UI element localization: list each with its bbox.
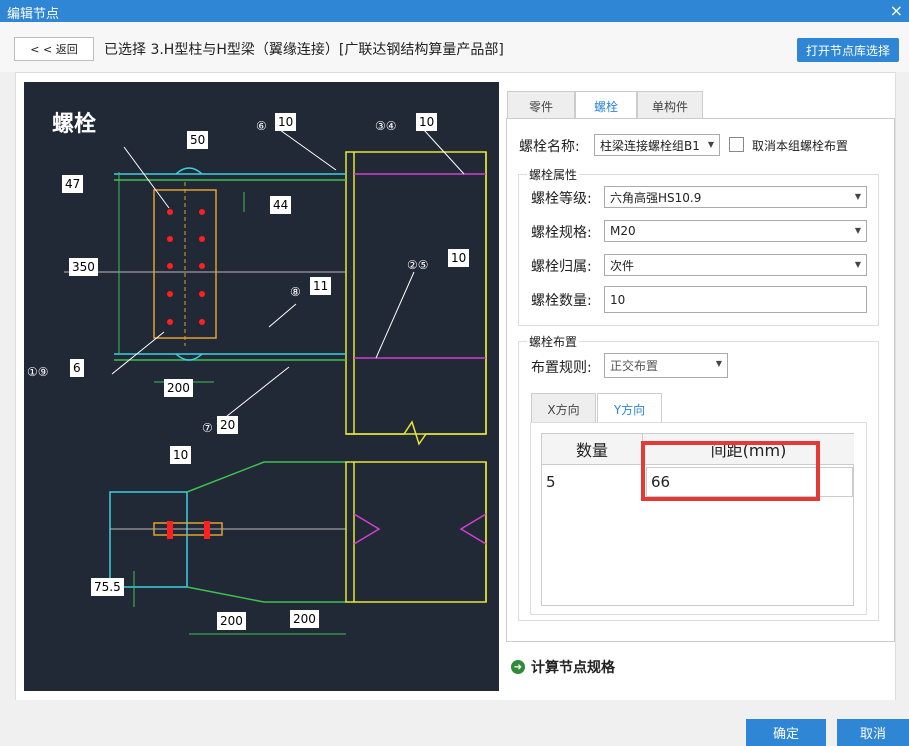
bolt-name-label: 螺栓名称: — [519, 139, 580, 155]
owner-label: 螺栓归属: — [531, 259, 592, 275]
bolt-name-value: 柱梁连接螺栓组B1 — [600, 138, 700, 153]
part-marker: ③④ — [375, 119, 397, 133]
bolt-big-label: 螺栓 — [52, 112, 97, 137]
dim-label: 44 — [270, 196, 292, 214]
rule-label: 布置规则: — [531, 360, 592, 376]
rule-value: 正交布置 — [610, 359, 659, 373]
tab-parts[interactable]: 零件 — [507, 91, 575, 120]
dim-label: 75.5 — [91, 578, 124, 596]
part-marker: ⑧ — [290, 285, 301, 299]
title-bar: 编辑节点 × — [0, 0, 909, 22]
owner-value: 次件 — [610, 258, 635, 273]
part-marker-value: 10 — [275, 113, 297, 131]
open-library-button[interactable]: 打开节点库选择 — [797, 38, 899, 62]
part-marker: ②⑤ — [407, 258, 429, 272]
rule-select[interactable]: 正交布置 ▼ — [604, 353, 728, 378]
arrow-right-icon: ➜ — [511, 660, 525, 674]
chevron-down-icon: ▼ — [715, 359, 722, 368]
calc-node-spec-link[interactable]: ➜ 计算节点规格 — [511, 657, 615, 677]
calc-label: 计算节点规格 — [531, 660, 615, 676]
dim-label: 200 — [164, 379, 193, 397]
tab-single-member[interactable]: 单构件 — [637, 91, 703, 120]
dim-label: 6 — [70, 359, 84, 377]
spec-select[interactable]: M20 ▼ — [604, 220, 867, 242]
part-marker: ⑥ — [256, 119, 267, 133]
dim-label: 47 — [62, 175, 84, 193]
chevron-down-icon: ▼ — [854, 192, 861, 201]
spec-value: M20 — [610, 224, 636, 238]
count-label: 螺栓数量: — [531, 293, 592, 309]
part-marker-value: 11 — [310, 277, 332, 295]
grade-value: 六角高强HS10.9 — [610, 190, 702, 205]
chevron-down-icon: ▼ — [854, 260, 861, 269]
drawing-canvas — [64, 129, 487, 635]
dim-label: 10 — [170, 446, 192, 464]
bolt-layout-title: 螺栓布置 — [527, 333, 580, 350]
cancel-bolt-label: 取消本组螺栓布置 — [752, 139, 849, 153]
table-cell-count[interactable]: 5 — [542, 467, 642, 497]
bolt-props-title: 螺栓属性 — [527, 166, 580, 183]
tab-y-direction[interactable]: Y方向 — [597, 393, 662, 424]
back-button[interactable]: < < 返回 — [14, 37, 94, 61]
dim-label: 200 — [290, 610, 319, 628]
chevron-down-icon: ▼ — [707, 140, 714, 149]
count-value: 10 — [610, 292, 626, 307]
part-marker-value: 10 — [448, 249, 470, 267]
top-bar: < < 返回 已选择 3.H型柱与H型梁（翼缘连接）[广联达钢结构算量产品部] … — [0, 22, 909, 72]
part-marker: ①⑨ — [27, 365, 49, 379]
cancel-button[interactable]: 取消 — [837, 719, 909, 746]
highlight-box — [641, 441, 820, 501]
chevron-down-icon: ▼ — [854, 226, 861, 235]
count-input[interactable]: 10 — [604, 286, 867, 313]
owner-select[interactable]: 次件 ▼ — [604, 254, 867, 276]
selected-node-text: 已选择 3.H型柱与H型梁（翼缘连接）[广联达钢结构算量产品部] — [104, 42, 504, 58]
ok-button[interactable]: 确定 — [746, 719, 826, 746]
node-drawing: 螺栓 50 47 44 350 6 200 20 10 75.5 200 200… — [24, 82, 499, 691]
tab-bolts[interactable]: 螺栓 — [575, 91, 637, 121]
grade-label: 螺栓等级: — [531, 191, 592, 207]
window-title: 编辑节点 — [7, 7, 60, 22]
cancel-bolt-checkbox[interactable] — [729, 137, 744, 152]
part-marker-value: 10 — [416, 113, 438, 131]
dim-label: 20 — [217, 416, 239, 434]
dim-label: 200 — [217, 612, 246, 630]
dim-label: 350 — [69, 258, 98, 276]
spec-label: 螺栓规格: — [531, 225, 592, 241]
bolt-name-select[interactable]: 柱梁连接螺栓组B1 ▼ — [594, 134, 720, 156]
part-marker: ⑦ — [202, 421, 213, 435]
grade-select[interactable]: 六角高强HS10.9 ▼ — [604, 186, 867, 208]
table-header: 数量 — [542, 434, 642, 465]
close-icon[interactable]: × — [890, 1, 903, 20]
tab-x-direction[interactable]: X方向 — [531, 393, 596, 424]
dim-label: 50 — [187, 131, 209, 149]
